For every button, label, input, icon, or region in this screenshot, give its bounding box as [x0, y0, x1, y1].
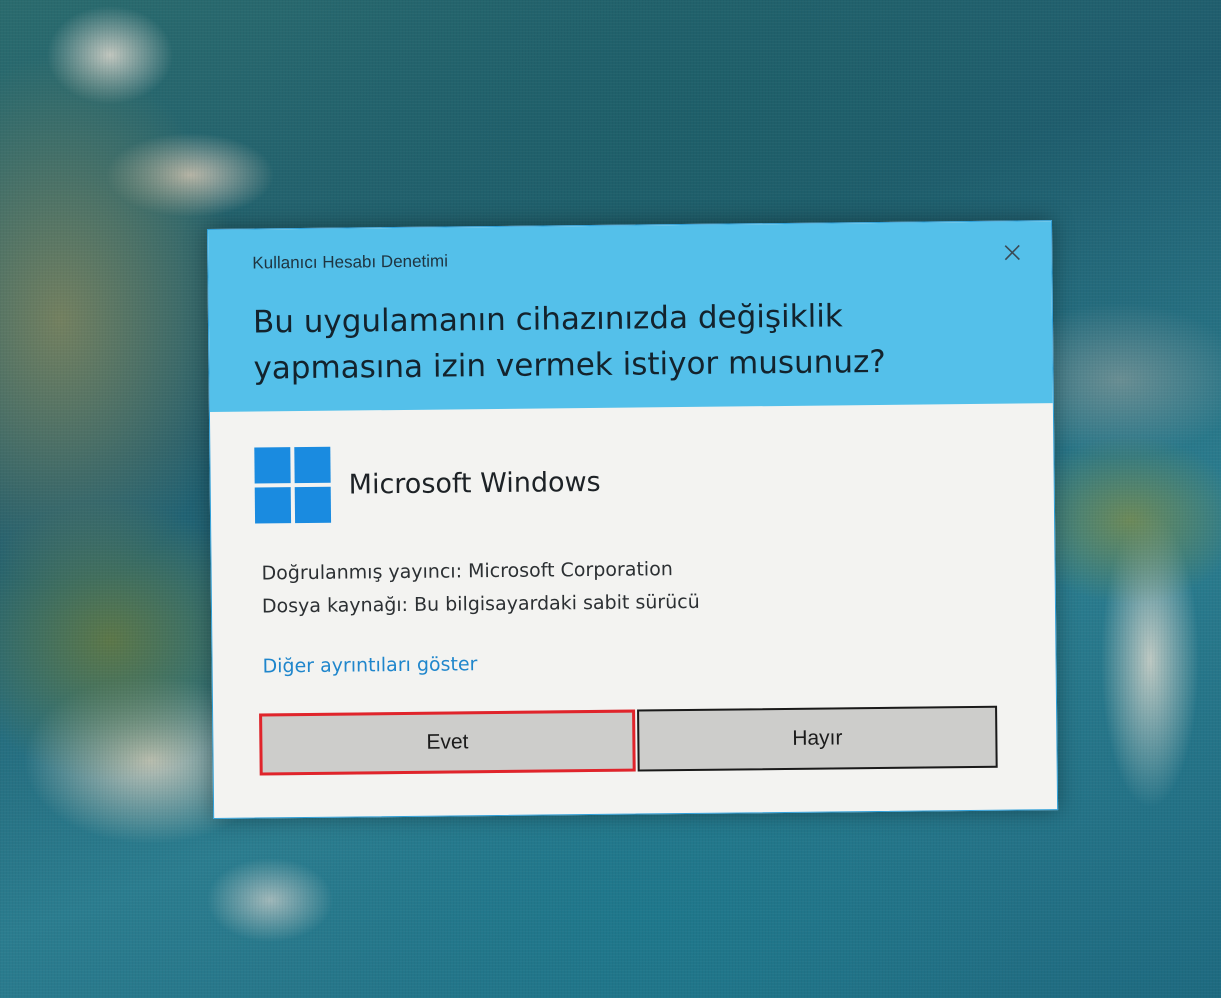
close-button[interactable]: [992, 235, 1032, 269]
dialog-question: Bu uygulamanın cihazınızda değişiklik ya…: [253, 291, 1034, 391]
no-button[interactable]: Hayır: [637, 705, 998, 772]
publisher-label: Doğrulanmış yayıncı: Microsoft Corporati…: [261, 558, 673, 585]
dialog-header: Kullanıcı Hesabı Denetimi Bu uygulamanın…: [208, 221, 1053, 412]
dialog-caption: Kullanıcı Hesabı Denetimi: [252, 251, 449, 273]
origin-label: Dosya kaynağı: Bu bilgisayardaki sabit s…: [261, 590, 700, 618]
show-more-details-link[interactable]: Diğer ayrıntıları göster: [262, 653, 477, 677]
yes-button[interactable]: Evet: [259, 709, 636, 776]
question-line-2: yapmasına izin vermek istiyor musunuz?: [253, 343, 886, 387]
close-icon: [1003, 243, 1021, 261]
app-info: Doğrulanmış yayıncı: Microsoft Corporati…: [261, 553, 699, 624]
windows-logo-icon: [254, 446, 332, 524]
question-line-1: Bu uygulamanın cihazınızda değişiklik: [252, 298, 843, 341]
app-identity: Microsoft Windows: [254, 442, 601, 526]
app-name: Microsoft Windows: [348, 466, 601, 501]
uac-dialog: Kullanıcı Hesabı Denetimi Bu uygulamanın…: [207, 220, 1059, 819]
